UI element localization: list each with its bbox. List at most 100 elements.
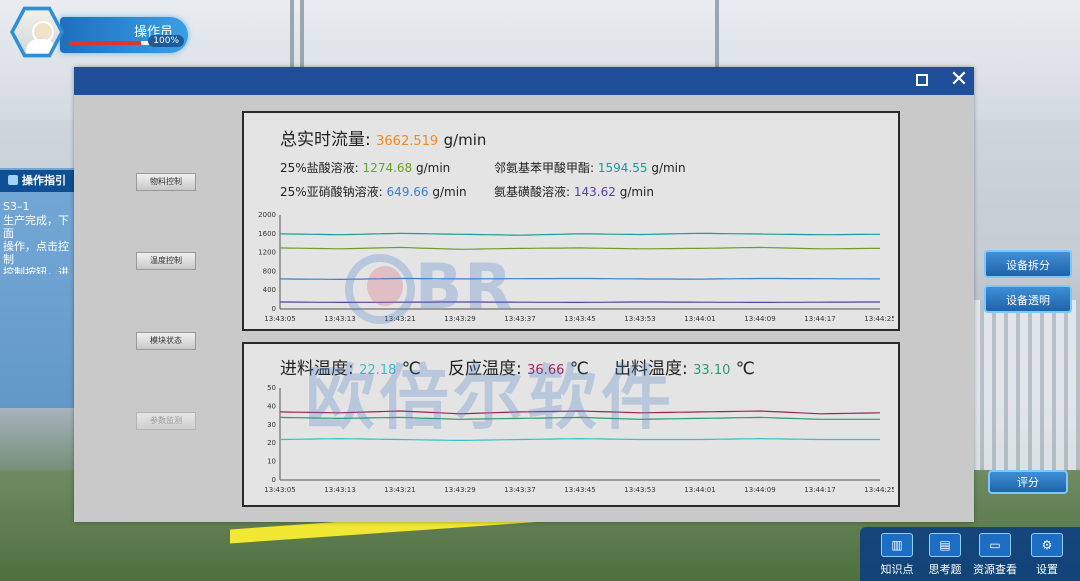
gear-icon: ⚙ bbox=[1031, 533, 1063, 557]
score-button[interactable]: 评分 bbox=[988, 470, 1068, 494]
x-tick-label: 13:44:09 bbox=[744, 486, 775, 494]
feed-temp: 进料温度: 22.18 ℃ bbox=[280, 354, 421, 379]
y-tick-label: 400 bbox=[263, 286, 276, 294]
bottom-toolbar: ▥ 知识点 ▤ 思考题 ▭ 资源查看 ⚙ 设置 bbox=[860, 527, 1080, 581]
questions-label: 思考题 bbox=[928, 563, 962, 576]
x-tick-label: 13:43:21 bbox=[384, 486, 415, 494]
x-tick-label: 13:43:29 bbox=[444, 315, 475, 323]
temp-label: 进料温度: bbox=[280, 359, 354, 379]
series-line bbox=[279, 437, 880, 442]
total-flow-unit: g/min bbox=[443, 131, 487, 149]
series-line bbox=[279, 246, 880, 250]
resources-button[interactable]: ▭ 资源查看 bbox=[972, 533, 1018, 579]
resources-label: 资源查看 bbox=[973, 563, 1017, 576]
guide-icon bbox=[8, 175, 18, 185]
flow-item-unit: g/min bbox=[619, 185, 654, 199]
x-tick-label: 13:44:17 bbox=[804, 315, 835, 323]
flow-item-value: 143.62 bbox=[573, 185, 616, 199]
close-icon[interactable]: ✕ bbox=[948, 69, 970, 92]
series-line bbox=[279, 410, 881, 415]
avatar[interactable] bbox=[10, 6, 64, 58]
disassemble-button[interactable]: 设备拆分 bbox=[984, 250, 1072, 278]
x-tick-label: 13:44:01 bbox=[684, 486, 715, 494]
flow-item-label: 25%盐酸溶液: bbox=[280, 161, 359, 175]
y-tick-label: 40 bbox=[267, 402, 276, 410]
x-tick-label: 13:44:01 bbox=[684, 315, 715, 323]
total-flow-label: 总实时流量: bbox=[280, 130, 371, 150]
operator-info-bar: 操作员 100% bbox=[60, 17, 188, 53]
nav-module-status[interactable]: 模块状态 bbox=[136, 332, 196, 350]
settings-button[interactable]: ⚙ 设置 bbox=[1024, 533, 1070, 579]
folder-icon: ▭ bbox=[979, 533, 1011, 557]
operator-health-fill bbox=[70, 41, 142, 45]
temp-value: 22.18 bbox=[359, 363, 397, 378]
total-flow-value: 3662.519 bbox=[376, 134, 439, 149]
nav-temperature-control[interactable]: 温度控制 bbox=[136, 252, 196, 270]
operation-guide-panel: 操作指引 S3–1 生产完成，下面 操作，点击控制 控制按钮，进入 块。 bbox=[0, 168, 75, 408]
avatar-body-icon bbox=[26, 39, 56, 54]
y-tick-label: 1200 bbox=[258, 249, 276, 257]
y-tick-label: 10 bbox=[267, 458, 276, 466]
y-tick-label: 0 bbox=[272, 476, 276, 484]
x-tick-label: 13:43:37 bbox=[504, 486, 535, 494]
x-tick-label: 13:43:13 bbox=[324, 315, 355, 323]
monitor-window: ✕ 物料控制 温度控制 模块状态 参数监测 总实时流量: 3662.519 g/… bbox=[74, 67, 974, 522]
y-tick-label: 2000 bbox=[258, 211, 276, 219]
guide-step-code: S3–1 bbox=[3, 200, 30, 213]
flow-item-label: 邻氨基苯甲酸甲酯: bbox=[494, 161, 595, 175]
series-line bbox=[279, 277, 880, 281]
y-tick-label: 20 bbox=[267, 439, 276, 447]
x-tick-label: 13:43:53 bbox=[624, 486, 655, 494]
operator-health-bar bbox=[70, 41, 156, 45]
x-tick-label: 13:43:05 bbox=[264, 315, 295, 323]
guide-title: 操作指引 bbox=[22, 174, 66, 187]
x-tick-label: 13:43:05 bbox=[264, 486, 295, 494]
x-tick-label: 13:44:25 bbox=[864, 486, 894, 494]
temp-unit: ℃ bbox=[401, 359, 421, 379]
temp-unit: ℃ bbox=[569, 359, 589, 379]
temperature-panel: 进料温度: 22.18 ℃ 反应温度: 36.66 ℃ 出料温度: 33.10 … bbox=[242, 342, 900, 507]
nav-material-control[interactable]: 物料控制 bbox=[136, 173, 196, 191]
background-beam bbox=[300, 0, 304, 70]
flow-item-value: 1594.55 bbox=[597, 161, 648, 175]
x-tick-label: 13:43:37 bbox=[504, 315, 535, 323]
flow-item-value: 1274.68 bbox=[362, 161, 413, 175]
question-card-icon: ▤ bbox=[929, 533, 961, 557]
y-tick-label: 800 bbox=[263, 267, 276, 275]
y-tick-label: 1600 bbox=[258, 230, 276, 238]
flow-panel: 总实时流量: 3662.519 g/min 25%盐酸溶液: 1274.68 g… bbox=[242, 111, 900, 331]
operator-badge: 操作员 100% bbox=[10, 5, 190, 61]
series-line bbox=[279, 416, 880, 420]
background-beam bbox=[290, 0, 294, 70]
flow-item-methyl-anthranilate: 邻氨基苯甲酸甲酯: 1594.55 g/min bbox=[494, 159, 686, 176]
x-tick-label: 13:43:53 bbox=[624, 315, 655, 323]
x-tick-label: 13:43:13 bbox=[324, 486, 355, 494]
y-tick-label: 0 bbox=[272, 305, 276, 313]
flow-item-value: 649.66 bbox=[386, 185, 429, 199]
book-icon: ▥ bbox=[881, 533, 913, 557]
temp-value: 36.66 bbox=[527, 363, 565, 378]
nav-parameter-monitor[interactable]: 参数监测 bbox=[136, 412, 196, 430]
discharge-temp: 出料温度: 33.10 ℃ bbox=[614, 354, 755, 379]
guide-header[interactable]: 操作指引 bbox=[0, 170, 75, 192]
flow-item-hcl: 25%盐酸溶液: 1274.68 g/min bbox=[280, 159, 450, 176]
temp-unit: ℃ bbox=[735, 359, 755, 379]
temperature-chart: 0 10 20 30 40 50 13:43:05 13:43:13 13:43:21 13:43… bbox=[264, 384, 894, 494]
knowledge-label: 知识点 bbox=[880, 563, 914, 576]
background-beam bbox=[715, 0, 719, 70]
settings-label: 设置 bbox=[1036, 563, 1058, 576]
knowledge-button[interactable]: ▥ 知识点 bbox=[874, 533, 920, 579]
questions-button[interactable]: ▤ 思考题 bbox=[922, 533, 968, 579]
temp-label: 反应温度: bbox=[448, 359, 522, 379]
x-tick-label: 13:43:29 bbox=[444, 486, 475, 494]
y-tick-label: 50 bbox=[267, 384, 276, 392]
x-tick-label: 13:44:09 bbox=[744, 315, 775, 323]
background-equipment bbox=[960, 300, 1080, 470]
flow-item-nitrite: 25%亚硝酸钠溶液: 649.66 g/min bbox=[280, 183, 467, 200]
x-tick-label: 13:43:45 bbox=[564, 486, 595, 494]
maximize-icon[interactable] bbox=[916, 74, 928, 86]
transparent-button[interactable]: 设备透明 bbox=[984, 285, 1072, 313]
x-tick-label: 13:43:21 bbox=[384, 315, 415, 323]
flow-item-unit: g/min bbox=[432, 185, 467, 199]
x-tick-label: 13:44:17 bbox=[804, 486, 835, 494]
